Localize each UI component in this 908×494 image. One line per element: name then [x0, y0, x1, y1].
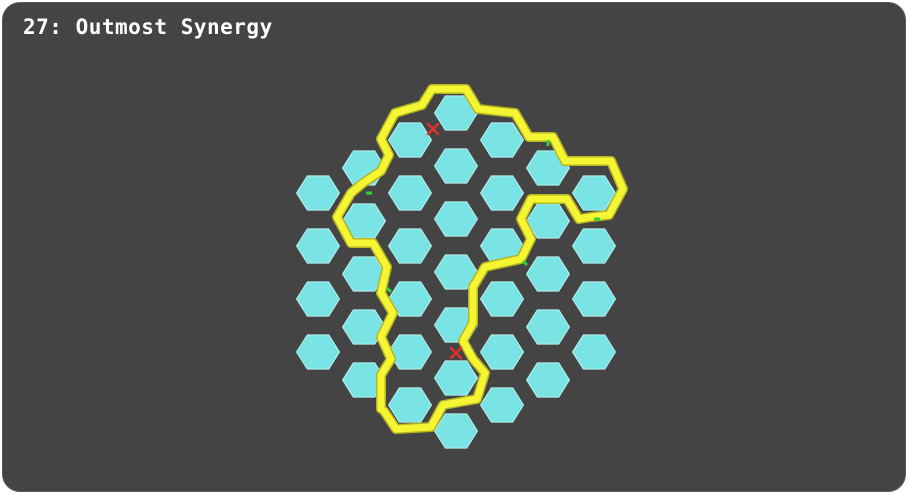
- hex-cell[interactable]: [387, 175, 433, 211]
- hex-cell[interactable]: [525, 309, 571, 345]
- hex-cell[interactable]: [479, 281, 525, 317]
- hex-board: [295, 84, 628, 449]
- hex-cell[interactable]: [295, 175, 341, 211]
- hex-cell[interactable]: [525, 362, 571, 398]
- hex-cell[interactable]: [525, 256, 571, 292]
- hex-cell[interactable]: [433, 148, 479, 184]
- hex-cell[interactable]: [571, 228, 617, 264]
- hex-cell[interactable]: [479, 387, 525, 423]
- hex-cell[interactable]: [479, 122, 525, 158]
- hex-cell[interactable]: [387, 387, 433, 423]
- cross-mark-icon: [449, 346, 463, 360]
- hex-cell[interactable]: [433, 360, 479, 396]
- hex-cell[interactable]: [295, 334, 341, 370]
- gate-marker-icon: [521, 259, 529, 267]
- hex-cell[interactable]: [295, 228, 341, 264]
- hex-cell[interactable]: [295, 281, 341, 317]
- gate-marker-icon: [385, 286, 393, 294]
- hex-cell[interactable]: [479, 175, 525, 211]
- hex-cell[interactable]: [387, 228, 433, 264]
- hex-cell[interactable]: [433, 201, 479, 237]
- hex-cell[interactable]: [571, 334, 617, 370]
- hex-cell[interactable]: [387, 334, 433, 370]
- hex-cell[interactable]: [479, 334, 525, 370]
- game-panel: 27: Outmost Synergy: [2, 2, 906, 492]
- cross-mark-icon: [426, 122, 440, 136]
- hex-cell[interactable]: [571, 281, 617, 317]
- hex-cell[interactable]: [387, 122, 433, 158]
